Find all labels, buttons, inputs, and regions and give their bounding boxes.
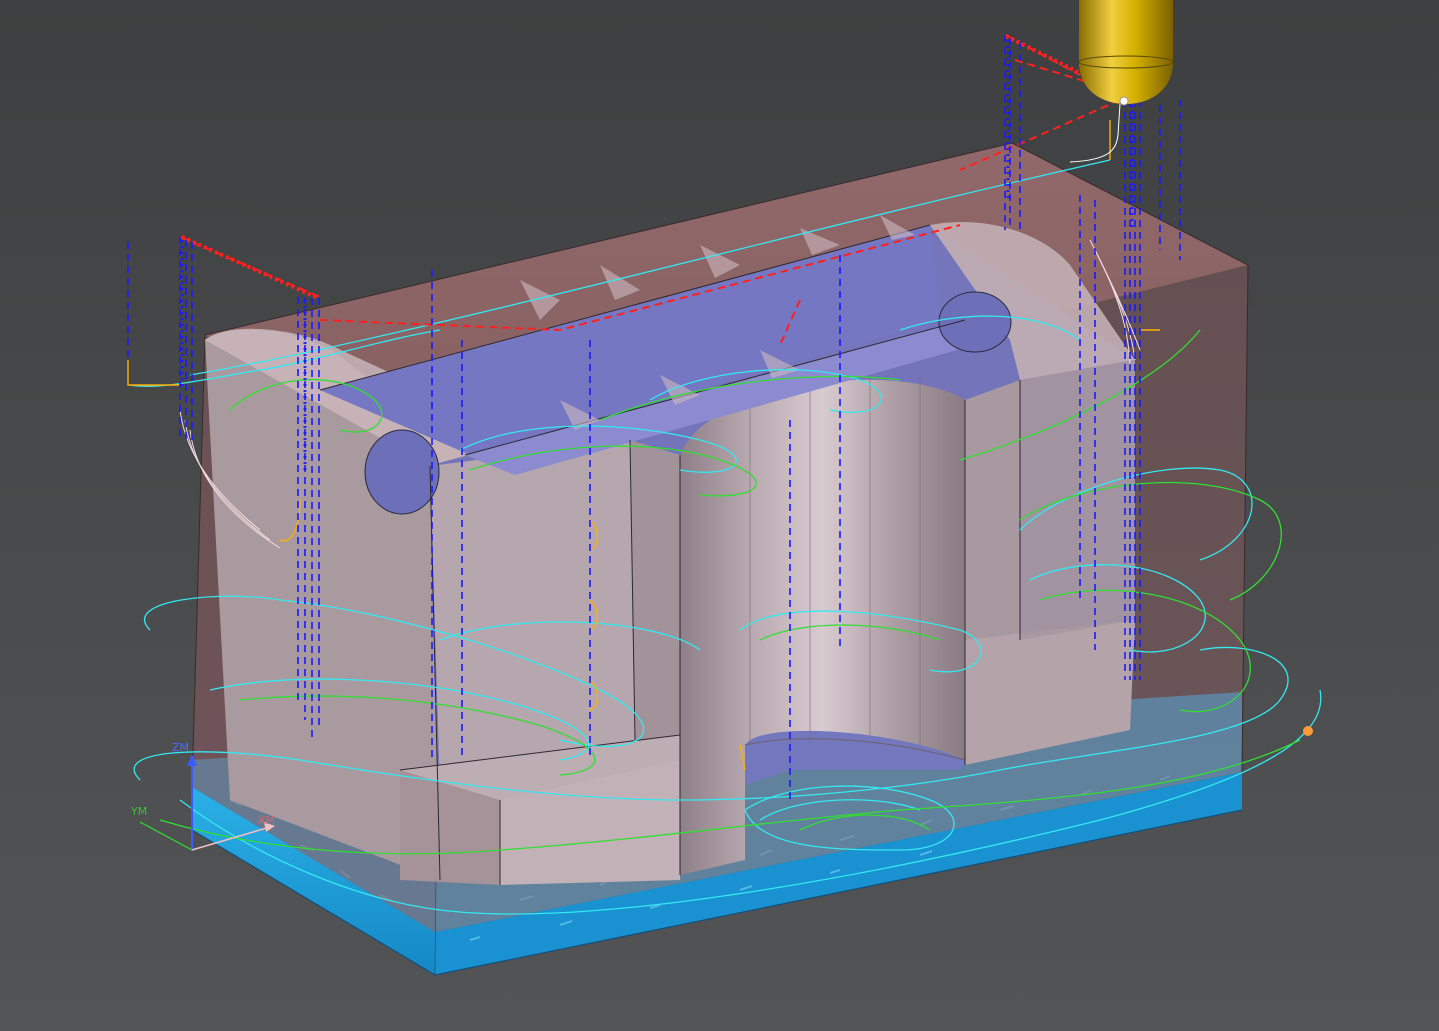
graphics-viewport[interactable]: ZM YM XM	[0, 0, 1439, 1031]
axis-label-x: XM	[258, 814, 276, 827]
axis-label-z: ZM	[172, 741, 190, 754]
ball-end-mill-tool-icon[interactable]	[1069, 0, 1174, 163]
axis-label-y: YM	[131, 805, 148, 818]
cad-scene[interactable]	[0, 0, 1439, 1031]
toolpath-end-point[interactable]	[1303, 726, 1313, 736]
